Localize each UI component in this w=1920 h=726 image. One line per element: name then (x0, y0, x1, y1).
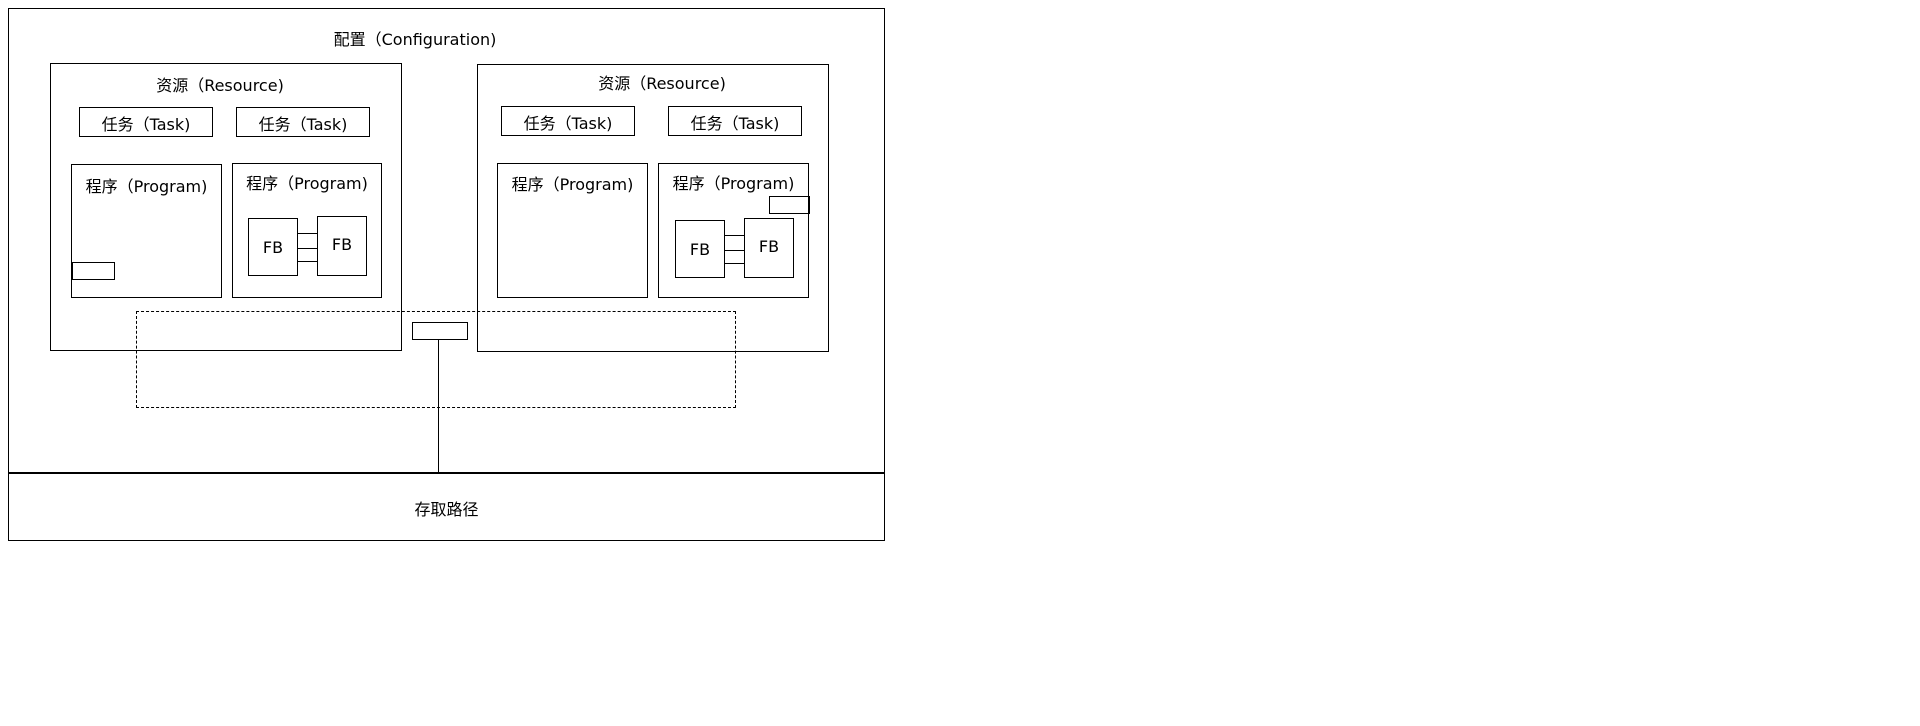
access-path-connector (438, 340, 439, 473)
resource-1-program-1-port (72, 262, 115, 280)
resource-1-program-2-title: 程序（Program) (246, 174, 368, 193)
resource-2-fb-connector-2 (725, 250, 744, 251)
resource-2-task-2-label: 任务（Task) (690, 114, 780, 133)
global-variable-port (412, 322, 468, 340)
access-path-label: 存取路径 (414, 500, 479, 519)
configuration-title: 配置（Configuration) (333, 30, 497, 49)
resource-2-title: 资源（Resource) (598, 74, 726, 93)
resource-1-title: 资源（Resource) (156, 76, 284, 95)
resource-1-fb-connector-3 (298, 261, 317, 262)
resource-1-task-1-label: 任务（Task) (101, 115, 191, 134)
resource-1-program-1-title: 程序（Program) (85, 177, 208, 196)
resource-2-program-2-port (769, 196, 810, 214)
resource-1-fb-1-label: FB (262, 238, 284, 257)
resource-1-task-2-label: 任务（Task) (258, 115, 348, 134)
resource-2-task-1-label: 任务（Task) (523, 114, 613, 133)
resource-2-fb-connector-3 (725, 263, 744, 264)
resource-2-fb-connector-1 (725, 235, 744, 236)
resource-2-fb-1-label: FB (689, 240, 711, 259)
resource-2-program-2-title: 程序（Program) (672, 174, 795, 193)
resource-2-fb-2-label: FB (758, 237, 780, 256)
resource-1-fb-2-label: FB (331, 235, 353, 254)
resource-1-fb-connector-2 (298, 248, 317, 249)
resource-2-program-1-title: 程序（Program) (511, 175, 634, 194)
resource-1-fb-connector-1 (298, 233, 317, 234)
